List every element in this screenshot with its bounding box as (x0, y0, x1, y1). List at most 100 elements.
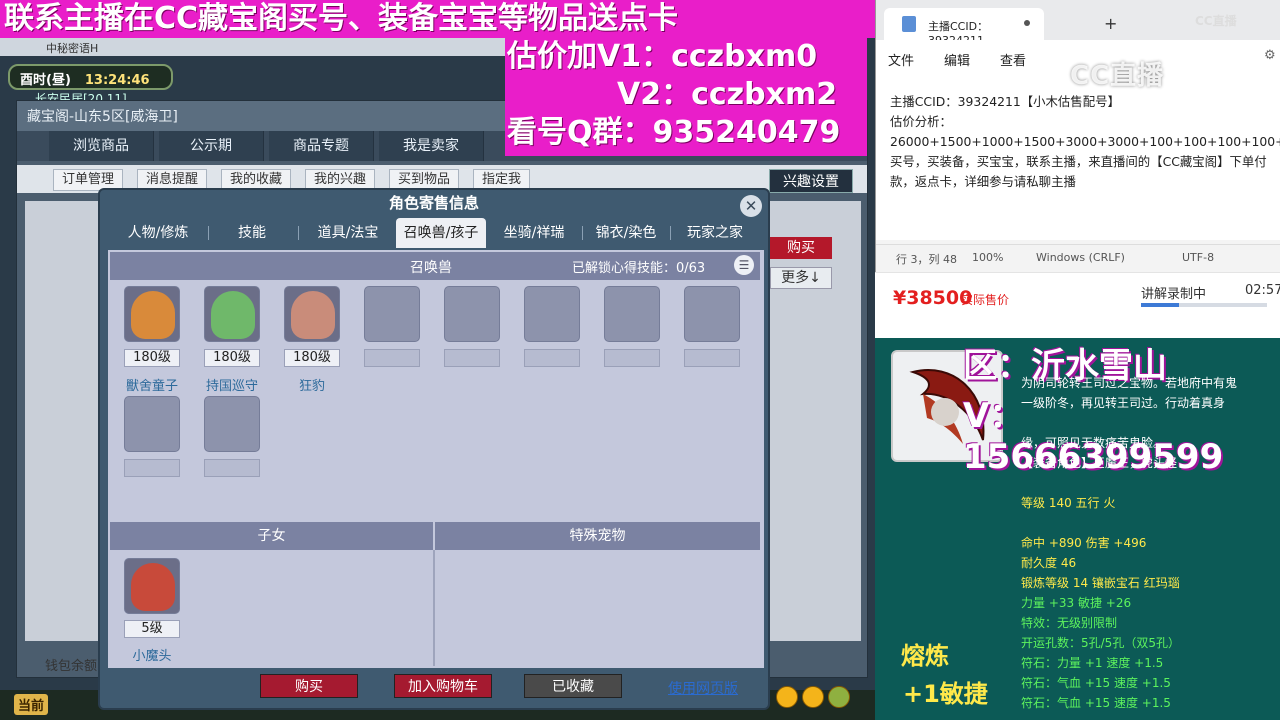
unsaved-dot-icon[interactable] (1024, 20, 1030, 26)
close-icon[interactable]: ✕ (740, 195, 762, 217)
pet-avatar (291, 291, 335, 339)
emoji-icon[interactable] (776, 686, 798, 708)
item-attribute-line: 【装备角色】巨魔王，虎头怪 (1021, 456, 1178, 470)
empty-pet-slot (364, 286, 420, 342)
recording-progress-fill (1141, 303, 1179, 307)
zoom-level: 100% (972, 251, 1004, 264)
notepad-tab[interactable]: 主播CCID：39324211 (884, 8, 1044, 47)
kid-level: 5级 (124, 620, 180, 638)
pets-header: 召唤兽 已解锁心得技能：0/63 ☰ (110, 252, 760, 280)
item-attribute-line: 符石：力量 +1 速度 +1.5 (1021, 656, 1164, 670)
pet-avatar (211, 291, 255, 339)
section-headers: 子女 特殊宠物 (110, 522, 760, 550)
encoding: UTF-8 (1182, 251, 1215, 264)
item-attribute-line: 缘，可照见无数痛苦鬼脸。 (1021, 436, 1166, 450)
emoji-icon[interactable] (802, 686, 824, 708)
empty-level (364, 349, 420, 367)
pet-level: 180级 (124, 349, 180, 367)
tab-character[interactable]: 人物/修炼 (114, 218, 202, 248)
kids-header: 子女 (110, 522, 433, 550)
modal-title: 角色寄售信息 (388, 194, 479, 212)
price-note: 实际售价 (961, 293, 1010, 307)
cc-live-logo-small: CC直播 (1195, 14, 1237, 28)
empty-pet-slot (604, 286, 660, 342)
item-attribute-line: 等级 140 五行 火 (1021, 496, 1116, 510)
add-cart-button[interactable]: 加入购物车 (394, 674, 492, 698)
menu-file[interactable]: 文件 (888, 50, 914, 69)
tab-seller[interactable]: 我是卖家 (379, 131, 484, 161)
empty-level (124, 459, 180, 477)
more-button[interactable]: 更多↓ (770, 267, 832, 289)
tab-topics[interactable]: 商品专题 (269, 131, 374, 161)
gear-icon[interactable]: ⚙ (1264, 48, 1276, 63)
tab-browse[interactable]: 浏览商品 (49, 131, 154, 161)
pet-avatar (131, 291, 175, 339)
empty-pet-slot (124, 396, 180, 452)
overlay-v1: 估价加V1：cczbxm0 (507, 39, 818, 74)
gift-icon[interactable] (828, 686, 850, 708)
melt-value: +1敏捷 (903, 680, 988, 708)
kid-avatar (131, 563, 175, 611)
recording-time: 02:57 (1245, 283, 1280, 298)
pets-header-title: 召唤兽 (410, 260, 452, 276)
browser-tab[interactable]: 中秘密语H (46, 40, 98, 56)
tab-items[interactable]: 道具/法宝 (304, 218, 392, 248)
clock: 13:24:46 (84, 73, 150, 88)
tab-outfits[interactable]: 锦衣/染色 (584, 218, 668, 248)
current-channel[interactable]: 当前 (14, 694, 49, 715)
web-version-link[interactable]: 使用网页版 (668, 678, 738, 698)
tab-mounts[interactable]: 坐骑/祥瑞 (490, 218, 578, 248)
menu-edit[interactable]: 编辑 (944, 50, 970, 69)
buy-button-side[interactable]: 购买 (770, 237, 832, 259)
pet-level: 180级 (204, 349, 260, 367)
pet-name[interactable]: 狂豹 (272, 375, 352, 394)
buy-button[interactable]: 购买 (260, 674, 358, 698)
item-attribute-line: 力量 +33 敏捷 +26 (1021, 596, 1132, 610)
kid-name[interactable]: 小魔头 (112, 645, 192, 664)
recording-progress (1141, 303, 1267, 307)
empty-level (684, 349, 740, 367)
cursor-position: 行 3，列 48 (896, 253, 957, 266)
pet-slot[interactable] (204, 286, 260, 342)
notepad-window: 主播CCID：39324211 + 文件 编辑 查看 ⚙ 主播CCID：3932… (875, 0, 1280, 272)
kid-slot[interactable] (124, 558, 180, 614)
pet-slot[interactable] (124, 286, 180, 342)
recording-label: 讲解录制中 (1141, 287, 1207, 302)
empty-level (604, 349, 660, 367)
item-attribute-line: 符石：气血 +15 速度 +1.5 (1021, 696, 1171, 710)
overlay-v2: V2：cczbxm2 (617, 77, 838, 112)
item-attribute-line: 特效：无级别限制 (1021, 616, 1118, 630)
time-widget: 酉时(昼) 13:24:46 (8, 64, 173, 90)
menu-view[interactable]: 查看 (1000, 50, 1026, 69)
empty-pet-slot (204, 396, 260, 452)
notepad-status-bar: 行 3，列 48 100% Windows (CRLF) UTF-8 (876, 244, 1280, 270)
menu-icon[interactable]: ☰ (734, 255, 754, 275)
new-tab-icon[interactable]: + (1104, 14, 1117, 33)
item-attribute-line: 耐久度 46 (1021, 556, 1077, 570)
item-attribute-line: 开运孔数：5孔/5孔（双5孔） (1021, 636, 1180, 650)
pet-name[interactable]: 獸舍童子 (112, 375, 192, 394)
tab-pets[interactable]: 召唤兽/孩子 (396, 218, 486, 248)
price-strip: ¥38500 实际售价 讲解录制中 02:57 (875, 272, 1280, 338)
tab-home[interactable]: 玩家之家 (672, 218, 758, 248)
tab-public[interactable]: 公示期 (159, 131, 264, 161)
overlay-qq: 看号Q群：935240479 (507, 115, 841, 150)
unlock-count: 已解锁心得技能：0/63 (572, 261, 706, 276)
interest-settings-button[interactable]: 兴趣设置 (769, 169, 853, 193)
pet-slot[interactable] (284, 286, 340, 342)
divider (433, 550, 435, 666)
modal-body: 召唤兽 已解锁心得技能：0/63 ☰ 180级 獸舍童子 180级 持国巡守 1… (108, 250, 764, 668)
cc-live-logo: CC直播 (1070, 61, 1165, 91)
pet-name[interactable]: 持国巡守 (192, 375, 272, 394)
empty-level (524, 349, 580, 367)
empty-pet-slot (524, 286, 580, 342)
favorited-button[interactable]: 已收藏 (524, 674, 622, 698)
tab-skills[interactable]: 技能 (212, 218, 292, 248)
item-attribute-line: 锻炼等级 14 镶嵌宝石 红玛瑙 (1021, 576, 1180, 590)
melt-label: 熔炼 (901, 642, 949, 670)
item-attribute-line: 一级阶冬，再见转王司过。行动着真身 (1021, 396, 1226, 410)
notepad-text-area[interactable]: 主播CCID：39324211【小木估售配号】 估价分析： 26000+1500… (876, 76, 1280, 240)
overlay-contact-box: 估价加V1：cczbxm0 V2：cczbxm2 看号Q群：935240479 (505, 38, 867, 156)
empty-pet-slot (444, 286, 500, 342)
pet-level: 180级 (284, 349, 340, 367)
